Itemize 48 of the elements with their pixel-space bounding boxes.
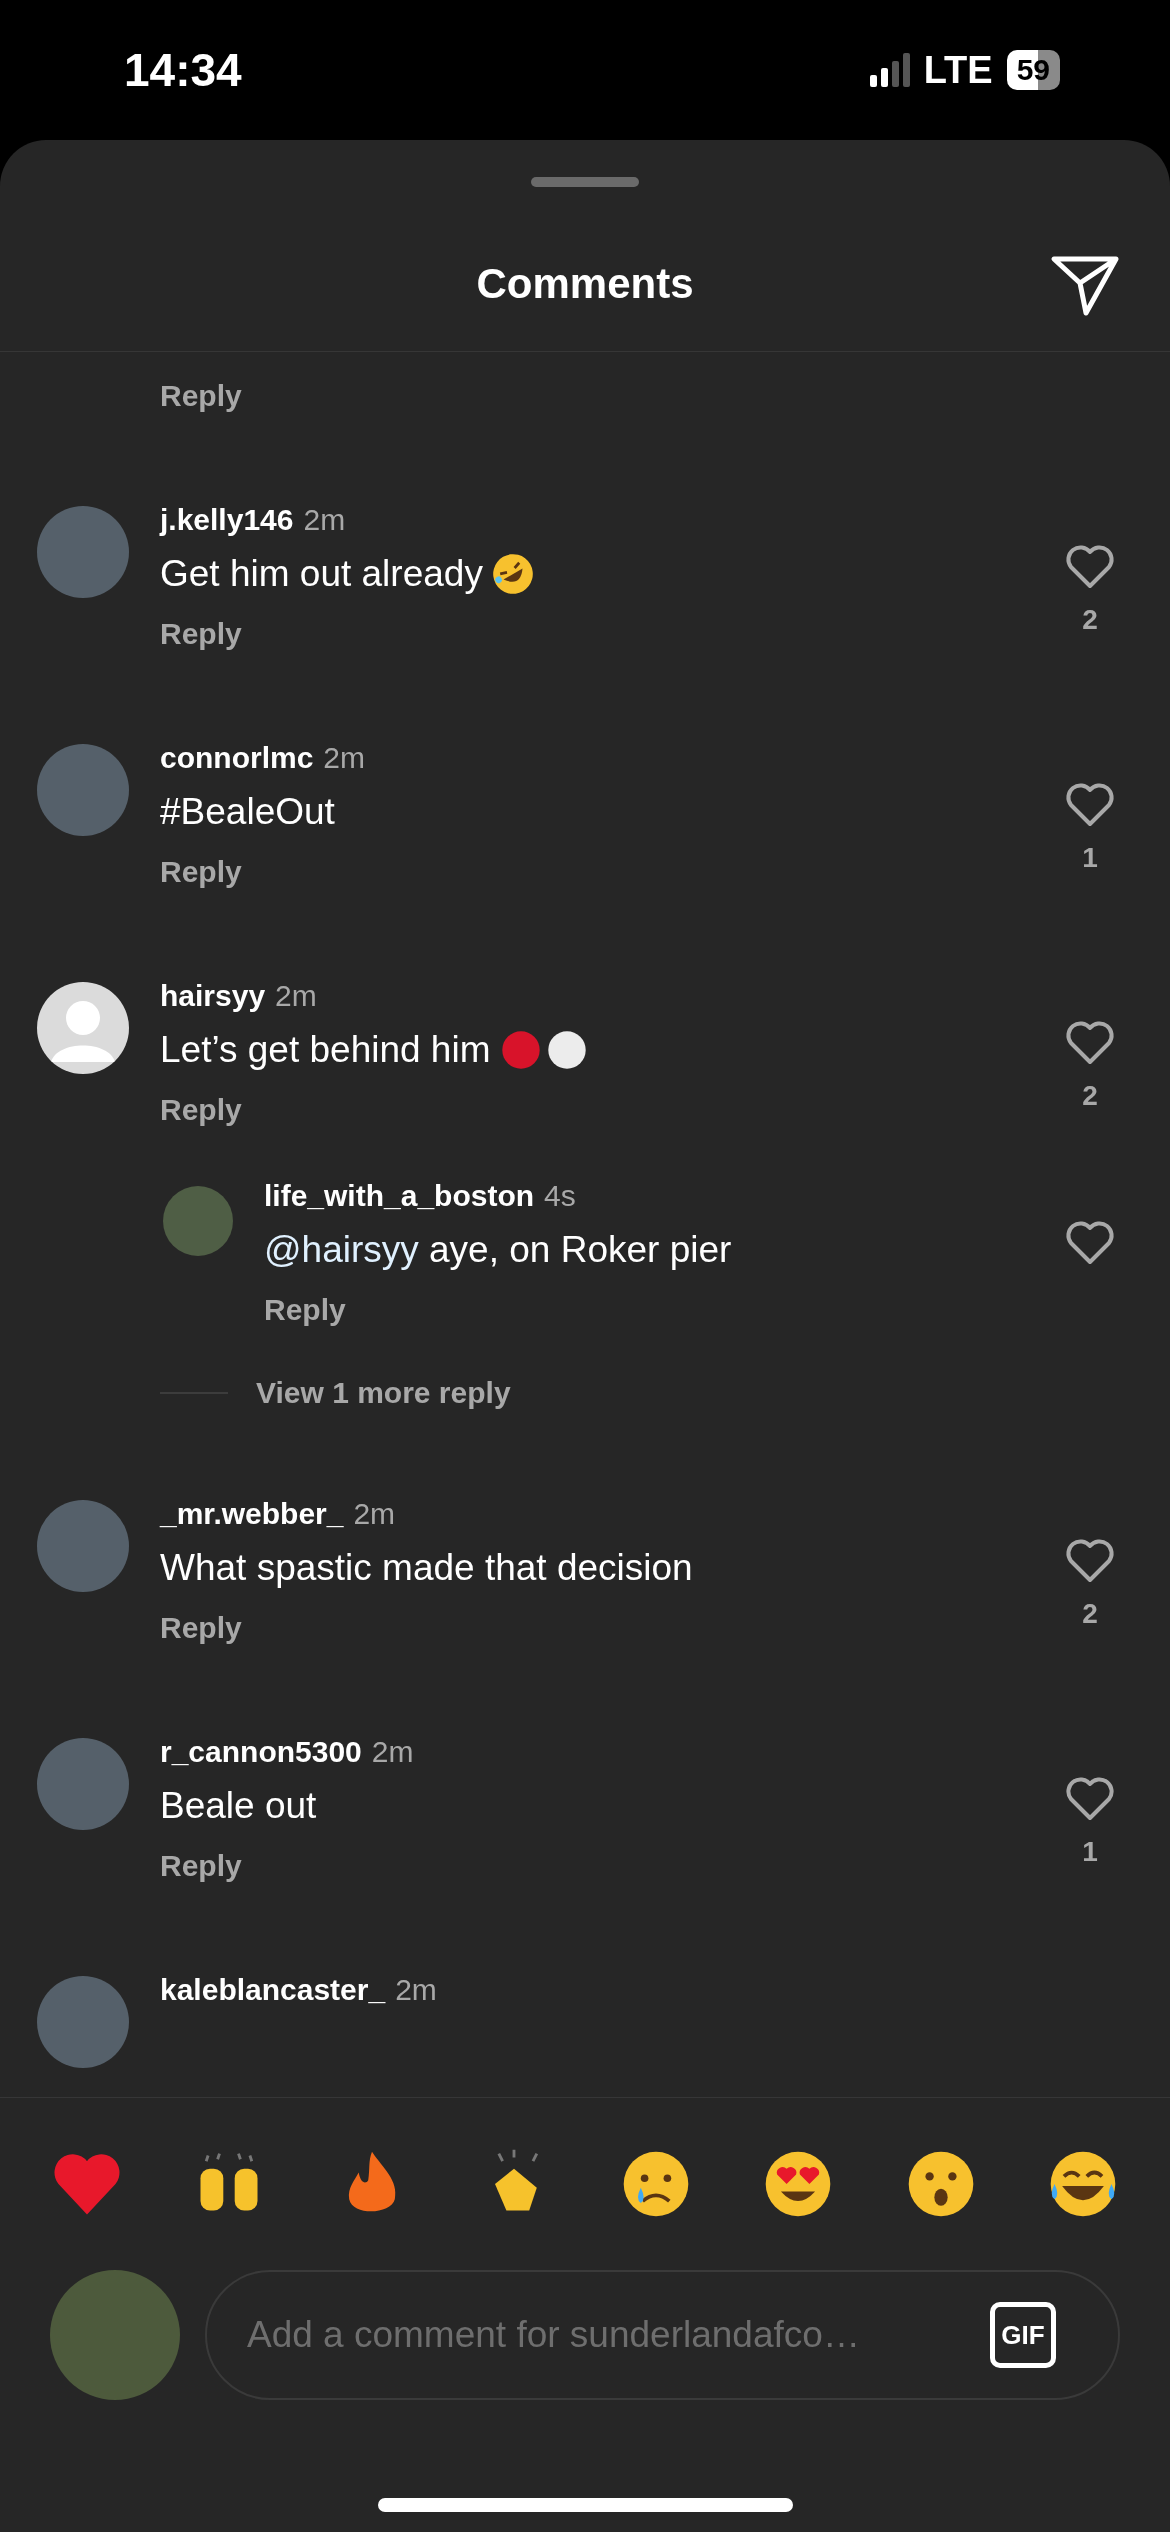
comment-time: 2m xyxy=(395,1972,437,2008)
username[interactable]: hairsyy xyxy=(160,976,266,1016)
gif-button[interactable]: GIF xyxy=(990,2302,1056,2368)
drag-handle[interactable] xyxy=(531,177,639,187)
battery-indicator: 59 xyxy=(1006,50,1060,90)
comment-text: #BealeOut xyxy=(160,791,335,833)
like-heart-icon[interactable] xyxy=(1065,1020,1115,1066)
like-count: 2 xyxy=(1082,604,1098,636)
comment-time: 2m xyxy=(275,978,317,1014)
comment-text: @hairsyy aye, on Roker pier xyxy=(264,1229,732,1271)
like-heart-icon[interactable] xyxy=(1065,544,1115,590)
reply-link[interactable]: Reply xyxy=(160,614,242,654)
like-count: 1 xyxy=(1082,842,1098,874)
comment-time: 4s xyxy=(544,1178,576,1214)
like-heart-icon[interactable] xyxy=(1065,1776,1115,1822)
username[interactable]: connorlmc xyxy=(160,738,314,778)
comment-time: 2m xyxy=(303,502,346,538)
reply-link[interactable]: Reply xyxy=(160,379,242,412)
view-more-replies-link[interactable]: View 1 more reply xyxy=(256,1376,511,1410)
like-count: 2 xyxy=(1082,1080,1098,1112)
comment-text: What spastic made that decision xyxy=(160,1547,693,1589)
username[interactable]: j.kelly146 xyxy=(160,500,294,540)
username[interactable]: _mr.webber_ xyxy=(160,1494,344,1534)
comment-text: Get him out already xyxy=(160,553,483,595)
username[interactable]: life_with_a_boston xyxy=(264,1176,535,1216)
reply-link[interactable]: Reply xyxy=(160,1090,242,1130)
comment-time: 2m xyxy=(323,740,366,776)
like-heart-icon[interactable] xyxy=(1065,1538,1115,1584)
like-heart-icon[interactable] xyxy=(1065,782,1115,828)
signal-icon xyxy=(869,53,910,87)
comment-text: Beale out xyxy=(160,1785,317,1827)
reply-link[interactable]: Reply xyxy=(160,1608,242,1648)
comment-time: 2m xyxy=(371,1734,414,1770)
reply-link[interactable]: Reply xyxy=(264,1290,346,1330)
username[interactable]: kaleblancaster_ xyxy=(160,1970,386,2010)
status-time: 14:34 xyxy=(124,43,242,97)
sheet-title: Comments xyxy=(476,260,694,308)
comment-text: Let’s get behind him xyxy=(160,1029,491,1071)
reply-link[interactable]: Reply xyxy=(160,852,242,892)
username[interactable]: r_cannon5300 xyxy=(160,1732,362,1772)
laughing-face-emoji-icon xyxy=(490,552,535,596)
like-count: 2 xyxy=(1082,1598,1098,1630)
comment-input[interactable]: Add a comment for sunderlandafco… GIF xyxy=(205,2270,1120,2400)
comment-time: 2m xyxy=(353,1496,396,1532)
network-label: LTE xyxy=(923,48,993,92)
like-count: 1 xyxy=(1082,1836,1098,1868)
like-heart-icon[interactable] xyxy=(1065,1220,1115,1266)
reply-link[interactable]: Reply xyxy=(160,1846,242,1886)
